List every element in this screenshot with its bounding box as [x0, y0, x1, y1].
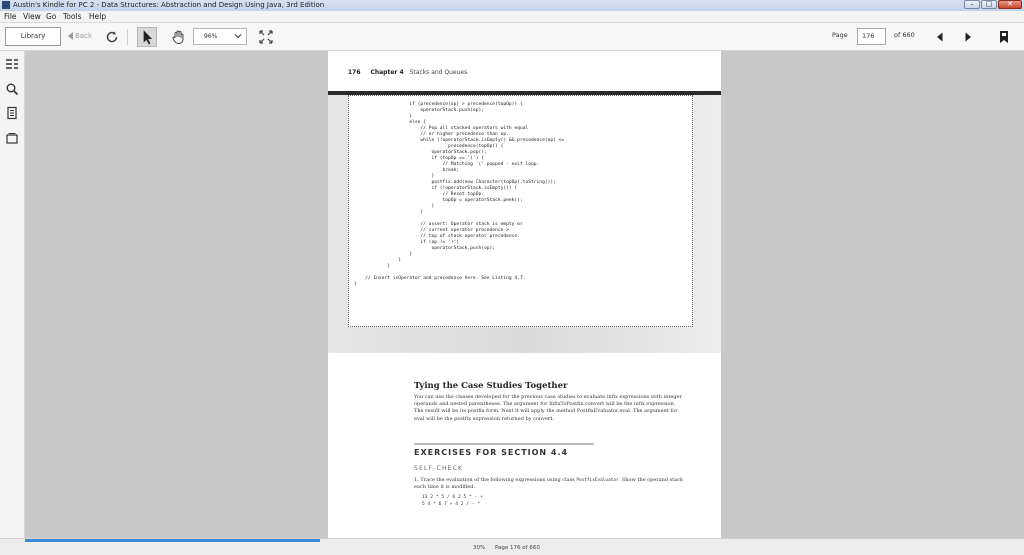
select-tool-button[interactable]: [137, 27, 157, 47]
toolbar-separator: [127, 29, 128, 45]
menu-go[interactable]: Go: [46, 11, 56, 23]
expressions: 13 2 * 5 / 6 2 5 * - +5 4 * 6 7 + 4 2 / …: [422, 495, 483, 508]
page-label: Page: [832, 31, 848, 39]
chevron-down-icon: [234, 34, 242, 39]
menu-tools[interactable]: Tools: [63, 11, 81, 23]
question-class: PostfixEvaluator: [576, 478, 619, 483]
fullscreen-icon[interactable]: [258, 29, 274, 45]
progress-percent: 30%: [473, 545, 486, 551]
previous-page-icon[interactable]: [932, 29, 948, 45]
menu-file[interactable]: File: [4, 11, 17, 23]
flashcards-icon[interactable]: [5, 131, 19, 145]
hand-pan-icon[interactable]: [170, 29, 186, 45]
toolbar: Library Back 96% Page 176 of 660: [0, 23, 1024, 51]
code-text: if (precedence(op) > precedence(topOp)) …: [354, 102, 565, 287]
table-of-contents-icon[interactable]: [5, 57, 19, 71]
page-total: of 660: [894, 31, 915, 39]
title-bar: Austin's Kindle for PC 2 - Data Structur…: [0, 0, 1024, 11]
expression-2: 5 4 * 6 7 + 4 2 / - *: [422, 501, 481, 507]
minimize-button[interactable]: –: [964, 0, 980, 9]
next-page-icon[interactable]: [960, 29, 976, 45]
page-number-input[interactable]: 176: [857, 28, 886, 45]
chapter-label: Chapter 4: [370, 69, 404, 76]
menu-view[interactable]: View: [23, 11, 41, 23]
status-text: 30% Page 176 of 660: [473, 545, 548, 551]
code-listing: if (precedence(op) > precedence(topOp)) …: [348, 95, 693, 327]
exercises-rule: [414, 443, 594, 445]
exercises-title: EXERCISES FOR SECTION 4.4: [414, 448, 569, 457]
menu-help[interactable]: Help: [89, 11, 106, 23]
question-1: 1. Trace the evaluation of the following…: [414, 477, 686, 491]
page-status: Page 176 of 660: [494, 545, 540, 551]
reading-progress-bar: [25, 539, 320, 542]
close-button[interactable]: ✕: [998, 0, 1022, 9]
expression-1: 13 2 * 5 / 6 2 5 * - +: [422, 495, 483, 500]
page-number: 176: [348, 69, 361, 76]
app-icon: [2, 1, 10, 9]
question-text-a: Trace the evaluation of the following ex…: [420, 477, 577, 483]
zoom-select[interactable]: 96%: [193, 28, 247, 45]
self-check-heading: SELF-CHECK: [414, 465, 464, 472]
book-page: 176 Chapter 4 Stacks and Queues if (prec…: [328, 51, 721, 545]
maximize-button[interactable]: □: [981, 0, 997, 9]
cursor-arrow-icon: [143, 30, 153, 45]
running-header: 176 Chapter 4 Stacks and Queues: [348, 69, 467, 76]
section-paragraph: You can use the classes developed for th…: [414, 394, 682, 422]
question-number: 1.: [414, 477, 419, 483]
menu-bar: File View Go Tools Help: [0, 11, 1024, 23]
search-icon[interactable]: [5, 82, 19, 96]
window-title: Austin's Kindle for PC 2 - Data Structur…: [13, 1, 325, 9]
zoom-value: 96%: [204, 33, 218, 40]
back-button[interactable]: Back: [68, 29, 92, 44]
refresh-icon[interactable]: [104, 29, 120, 45]
back-arrow-icon: [68, 32, 73, 40]
status-bar: 30% Page 176 of 660: [0, 538, 1024, 555]
back-label: Back: [75, 32, 92, 40]
left-rail: [0, 51, 25, 545]
notes-icon[interactable]: [5, 106, 19, 120]
chapter-title: Stacks and Queues: [409, 69, 468, 76]
library-button[interactable]: Library: [5, 27, 61, 46]
bookmark-icon[interactable]: [996, 29, 1012, 45]
section-title: Tying the Case Studies Together: [414, 381, 568, 391]
